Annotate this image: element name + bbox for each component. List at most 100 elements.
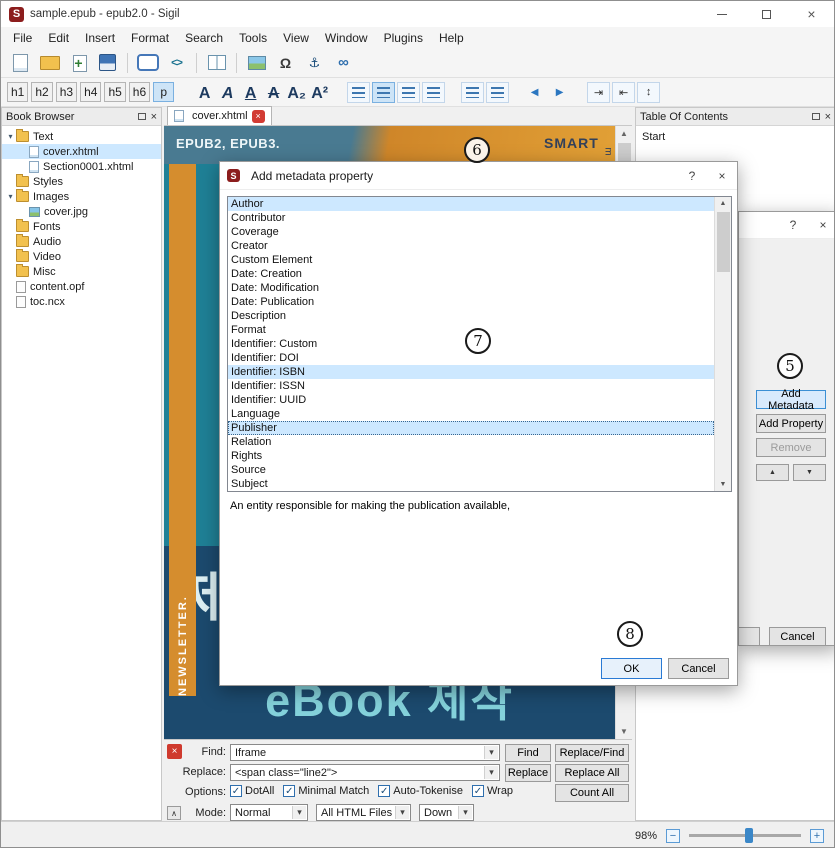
mode-dropdown[interactable]: Normal [230, 804, 308, 821]
float-panel-icon[interactable] [812, 113, 820, 120]
property-item-identifier-isbn[interactable]: Identifier: ISBN [228, 365, 714, 379]
align-right-icon[interactable] [397, 82, 420, 103]
subscript-icon[interactable]: A₂ [285, 81, 308, 103]
menu-plugins[interactable]: Plugins [376, 29, 431, 47]
scroll-down-icon[interactable]: ▼ [720, 478, 727, 491]
property-item-publisher[interactable]: Publisher [228, 421, 714, 435]
property-item-author[interactable]: Author [228, 197, 714, 211]
property-item-creator[interactable]: Creator [228, 239, 714, 253]
tree-item-toc-ncx[interactable]: toc.ncx [2, 294, 161, 309]
find-input[interactable]: Iframe [230, 744, 500, 761]
replace-input[interactable]: <span class="line2"> [230, 764, 500, 781]
replace-find-button[interactable]: Replace/Find [555, 744, 629, 762]
zoom-in-button[interactable]: + [810, 829, 824, 843]
tree-item-cover-xhtml[interactable]: cover.xhtml [2, 144, 161, 159]
direction-ltr-icon[interactable]: ⇥ [587, 82, 610, 103]
tree-item-styles[interactable]: Styles [2, 174, 161, 189]
property-item-date-publication[interactable]: Date: Publication [228, 295, 714, 309]
option-dotall[interactable]: ✓DotAll [230, 785, 274, 797]
split-view-icon[interactable] [203, 50, 230, 75]
option-wrap[interactable]: ✓Wrap [472, 785, 513, 797]
heading-p-button[interactable]: p [153, 82, 174, 102]
scroll-up-icon[interactable]: ▲ [720, 197, 727, 210]
italic-icon[interactable]: A [216, 81, 239, 103]
book-view-icon[interactable] [134, 50, 161, 75]
bullet-list-icon[interactable] [461, 82, 484, 103]
tree-item-section0001-xhtml[interactable]: Section0001.xhtml [2, 159, 161, 174]
ok-button[interactable]: OK [601, 658, 662, 679]
list-scrollbar[interactable]: ▲ ▼ [714, 197, 731, 491]
superscript-icon[interactable]: A² [308, 81, 331, 103]
open-file-icon[interactable] [36, 50, 63, 75]
direction-default-icon[interactable]: ↕ [637, 82, 660, 103]
heading-h1-button[interactable]: h1 [7, 82, 28, 102]
remove-button[interactable]: Remove [756, 438, 826, 457]
close-tab-icon[interactable]: × [252, 110, 265, 123]
tree-item-content-opf[interactable]: content.opf [2, 279, 161, 294]
minimize-button[interactable] [699, 1, 744, 27]
heading-h2-button[interactable]: h2 [31, 82, 52, 102]
property-item-identifier-doi[interactable]: Identifier: DOI [228, 351, 714, 365]
tab-cover-xhtml[interactable]: cover.xhtml × [167, 106, 272, 125]
cancel-button[interactable]: Cancel [668, 658, 729, 679]
direction-dropdown[interactable]: Down [419, 804, 474, 821]
menu-format[interactable]: Format [123, 29, 177, 47]
bold-icon[interactable]: A [193, 81, 216, 103]
checkbox-checked-icon[interactable]: ✓ [230, 785, 242, 797]
tree-item-misc[interactable]: Misc [2, 264, 161, 279]
option-auto-tokenise[interactable]: ✓Auto-Tokenise [378, 785, 463, 797]
tree-item-video[interactable]: Video [2, 249, 161, 264]
maximize-button[interactable] [744, 1, 789, 27]
replace-all-button[interactable]: Replace All [555, 764, 629, 782]
new-file-icon[interactable] [7, 50, 34, 75]
menu-edit[interactable]: Edit [40, 29, 77, 47]
menu-window[interactable]: Window [317, 29, 376, 47]
move-up-button[interactable]: ▲ [756, 464, 789, 481]
property-item-subject[interactable]: Subject [228, 477, 714, 491]
direction-rtl-icon[interactable]: ⇤ [612, 82, 635, 103]
dialog-close-button[interactable]: × [707, 162, 737, 189]
property-item-rights[interactable]: Rights [228, 449, 714, 463]
property-item-date-creation[interactable]: Date: Creation [228, 267, 714, 281]
float-panel-icon[interactable] [138, 113, 146, 120]
dialog-close-button[interactable]: × [808, 212, 835, 238]
heading-h6-button[interactable]: h6 [129, 82, 150, 102]
replace-button[interactable]: Replace [505, 764, 551, 782]
menu-search[interactable]: Search [177, 29, 231, 47]
menu-file[interactable]: File [5, 29, 40, 47]
cancel-button[interactable]: Cancel [769, 627, 826, 646]
strikethrough-icon[interactable]: A [262, 81, 285, 103]
align-justify-icon[interactable] [422, 82, 445, 103]
tree-item-audio[interactable]: Audio [2, 234, 161, 249]
property-item-identifier-uuid[interactable]: Identifier: UUID [228, 393, 714, 407]
underline-icon[interactable]: A [239, 81, 262, 103]
checkbox-checked-icon[interactable]: ✓ [283, 785, 295, 797]
find-button[interactable]: Find [505, 744, 551, 762]
property-item-language[interactable]: Language [228, 407, 714, 421]
property-item-custom-element[interactable]: Custom Element [228, 253, 714, 267]
increase-indent-icon[interactable]: ▶ [548, 82, 571, 103]
align-left-icon[interactable] [347, 82, 370, 103]
numbered-list-icon[interactable] [486, 82, 509, 103]
tree-item-text[interactable]: ▾Text [2, 129, 161, 144]
add-metadata-button[interactable]: Add Metadata [756, 390, 826, 409]
help-button[interactable]: ? [778, 212, 808, 238]
collapse-arrow-icon[interactable]: ▾ [5, 132, 16, 141]
zoom-out-button[interactable]: − [666, 829, 680, 843]
add-property-button[interactable]: Add Property [756, 414, 826, 433]
close-button[interactable]: × [789, 1, 834, 27]
menu-insert[interactable]: Insert [77, 29, 123, 47]
count-all-button[interactable]: Count All [555, 784, 629, 802]
insert-link-icon[interactable]: ∞ [330, 50, 357, 75]
checkbox-checked-icon[interactable]: ✓ [378, 785, 390, 797]
tree-item-cover-jpg[interactable]: cover.jpg [2, 204, 161, 219]
move-down-button[interactable]: ▼ [793, 464, 826, 481]
heading-h3-button[interactable]: h3 [56, 82, 77, 102]
option-minimal-match[interactable]: ✓Minimal Match [283, 785, 369, 797]
ok-button[interactable]: OK [738, 627, 760, 646]
add-existing-file-icon[interactable]: + [65, 50, 92, 75]
close-panel-icon[interactable]: × [825, 111, 831, 123]
property-item-date-modification[interactable]: Date: Modification [228, 281, 714, 295]
align-center-icon[interactable] [372, 82, 395, 103]
checkbox-checked-icon[interactable]: ✓ [472, 785, 484, 797]
